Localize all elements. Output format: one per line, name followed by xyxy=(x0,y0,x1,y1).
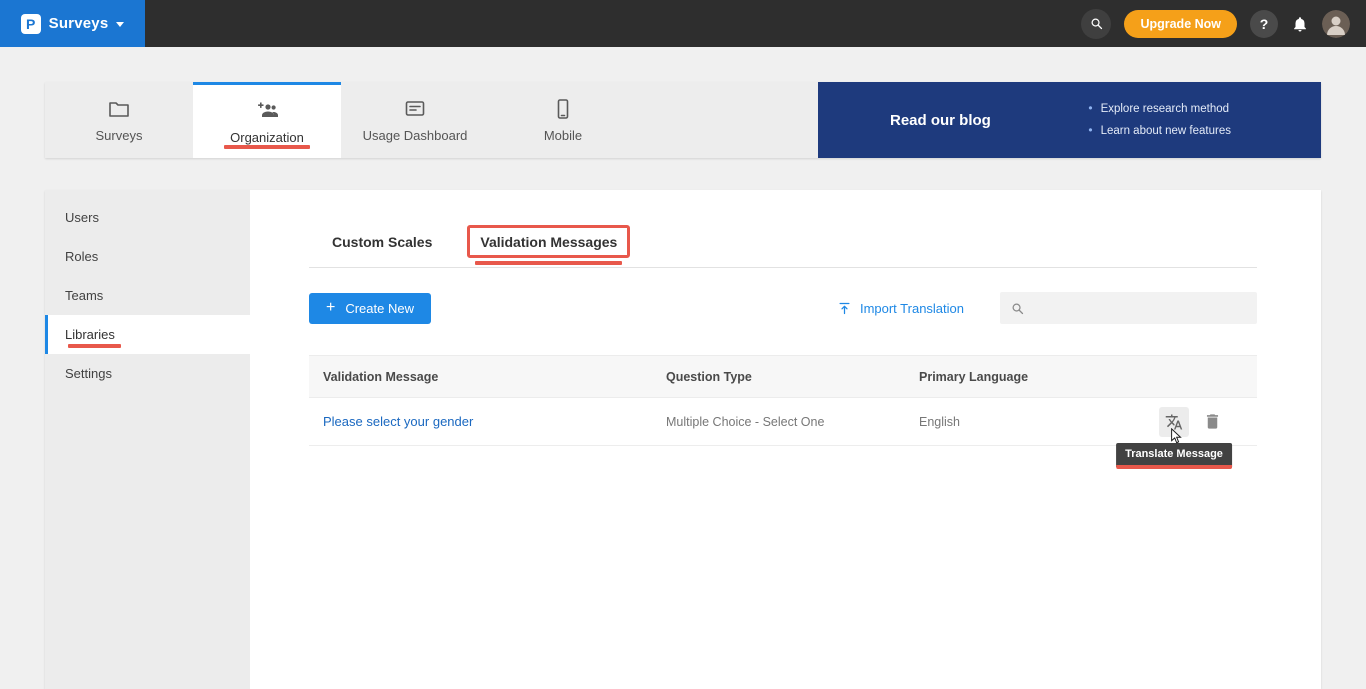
column-header-primary-language: Primary Language xyxy=(919,370,1159,384)
annotation-underline-libraries xyxy=(68,344,121,348)
search-input[interactable] xyxy=(1033,301,1247,316)
nav-tab-surveys[interactable]: Surveys xyxy=(45,82,193,158)
app-switcher[interactable]: P Surveys xyxy=(0,0,145,47)
tab-validation-messages[interactable]: Validation Messages xyxy=(480,234,617,250)
import-translation-link[interactable]: Import Translation xyxy=(837,301,964,316)
mouse-cursor-icon xyxy=(1170,428,1183,446)
search-icon xyxy=(1010,301,1025,316)
toolbar: + Create New Import Translation xyxy=(309,292,1257,324)
create-new-label: Create New xyxy=(345,301,414,316)
app-name: Surveys xyxy=(49,15,109,32)
sidebar-item-libraries[interactable]: Libraries xyxy=(45,315,250,354)
sidebar-item-users[interactable]: Users xyxy=(45,198,250,237)
tab-label: Custom Scales xyxy=(332,234,432,250)
group-add-icon xyxy=(255,99,279,123)
tab-custom-scales[interactable]: Custom Scales xyxy=(332,234,432,250)
toolbar-right: Import Translation xyxy=(837,292,1257,324)
library-tabs: Custom Scales Validation Messages xyxy=(309,234,1257,268)
primary-language-cell: English xyxy=(919,415,960,429)
brand-logo-icon: P xyxy=(21,14,41,34)
column-header-validation-message: Validation Message xyxy=(309,370,666,384)
translate-message-button[interactable]: Translate Message xyxy=(1159,407,1189,437)
validation-messages-table: Validation Message Question Type Primary… xyxy=(309,355,1257,446)
dashboard-icon xyxy=(403,97,427,121)
search-button[interactable] xyxy=(1081,9,1111,39)
plus-icon: + xyxy=(326,299,335,317)
sidebar-item-roles[interactable]: Roles xyxy=(45,237,250,276)
tab-label: Validation Messages xyxy=(480,234,617,250)
nav-tab-mobile[interactable]: Mobile xyxy=(489,82,637,158)
settings-sidebar: Users Roles Teams Libraries Settings xyxy=(45,190,250,689)
nav-tab-label: Usage Dashboard xyxy=(363,128,468,143)
sidebar-item-settings[interactable]: Settings xyxy=(45,354,250,393)
sidebar-item-label: Users xyxy=(65,210,99,225)
sidebar-item-teams[interactable]: Teams xyxy=(45,276,250,315)
import-translation-label: Import Translation xyxy=(860,301,964,316)
blog-bullet-text: Learn about new features xyxy=(1101,121,1231,142)
table-search xyxy=(1000,292,1257,324)
question-type-cell: Multiple Choice - Select One xyxy=(666,415,824,429)
row-actions: Translate Message xyxy=(1159,407,1257,437)
blog-bullet-text: Explore research method xyxy=(1101,99,1229,120)
blog-promo-panel: Read our blog • Explore research method … xyxy=(818,82,1321,158)
nav-tab-label: Mobile xyxy=(544,128,582,143)
bell-icon xyxy=(1291,15,1309,33)
sidebar-item-label: Libraries xyxy=(65,327,115,342)
top-bar: P Surveys Upgrade Now ? xyxy=(0,0,1366,47)
chevron-down-icon xyxy=(116,22,124,27)
trash-icon xyxy=(1203,412,1222,431)
tooltip-translate-message: Translate Message xyxy=(1116,443,1232,469)
main-content-card: Users Roles Teams Libraries Settings Cus… xyxy=(45,190,1321,689)
table-header-row: Validation Message Question Type Primary… xyxy=(309,355,1257,398)
table-row: Please select your gender Multiple Choic… xyxy=(309,398,1257,446)
blog-bullet-item: • Explore research method xyxy=(1088,98,1231,120)
mobile-icon xyxy=(551,97,575,121)
validation-message-link[interactable]: Please select your gender xyxy=(323,414,473,429)
nav-tab-label: Organization xyxy=(230,130,304,145)
blog-bullet-item: • Learn about new features xyxy=(1088,120,1231,142)
primary-nav-card: Surveys Organization xyxy=(45,82,1321,158)
create-new-button[interactable]: + Create New xyxy=(309,293,431,324)
nav-tab-usage-dashboard[interactable]: Usage Dashboard xyxy=(341,82,489,158)
nav-tab-organization[interactable]: Organization xyxy=(193,82,341,158)
delete-message-button[interactable] xyxy=(1203,412,1222,431)
sidebar-item-label: Roles xyxy=(65,249,98,264)
annotation-underline-validation-messages xyxy=(475,261,622,265)
primary-nav-tabs: Surveys Organization xyxy=(45,82,818,158)
upgrade-now-button[interactable]: Upgrade Now xyxy=(1124,10,1237,38)
help-button[interactable]: ? xyxy=(1250,10,1278,38)
libraries-content: Custom Scales Validation Messages + Crea… xyxy=(250,190,1321,689)
annotation-underline-organization xyxy=(224,145,310,149)
blog-bullet-list: • Explore research method • Learn about … xyxy=(1088,98,1321,142)
topbar-actions: Upgrade Now ? xyxy=(1081,9,1366,39)
bullet-icon: • xyxy=(1088,120,1092,141)
import-icon xyxy=(837,301,852,316)
sidebar-item-label: Settings xyxy=(65,366,112,381)
column-header-question-type: Question Type xyxy=(666,370,919,384)
search-icon xyxy=(1089,16,1104,31)
blog-title-link[interactable]: Read our blog xyxy=(890,112,991,129)
nav-tab-label: Surveys xyxy=(96,128,143,143)
folder-icon xyxy=(107,97,131,121)
bullet-icon: • xyxy=(1088,98,1092,119)
notifications-button[interactable] xyxy=(1291,15,1309,33)
sidebar-item-label: Teams xyxy=(65,288,103,303)
user-avatar[interactable] xyxy=(1322,10,1350,38)
